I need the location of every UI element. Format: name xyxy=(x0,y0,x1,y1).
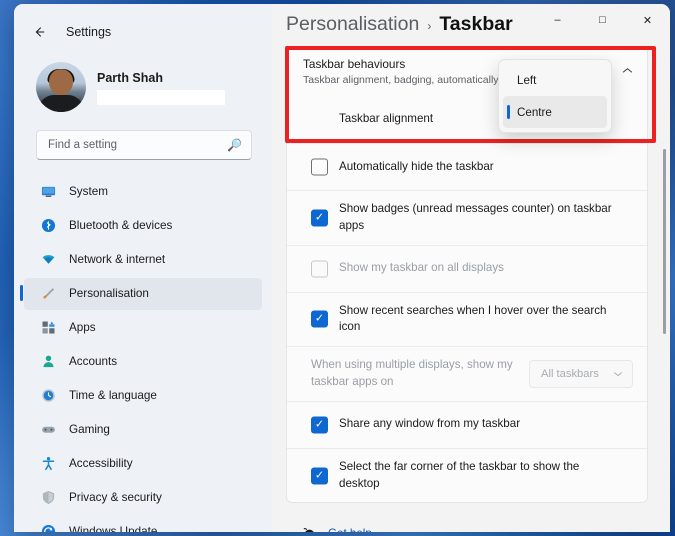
setting-label: Automatically hide the taskbar xyxy=(339,159,494,173)
breadcrumb-parent[interactable]: Personalisation xyxy=(286,13,419,36)
setting-label: Taskbar alignment xyxy=(339,111,434,125)
sidebar-item-label: Apps xyxy=(69,321,96,335)
shield-icon xyxy=(40,490,56,506)
sidebar-item-label: Accessibility xyxy=(69,457,133,471)
expander-rows: Taskbar alignment Centre Automatically hid… xyxy=(287,95,647,502)
setting-row[interactable]: Select the far corner of the taskbar to … xyxy=(287,447,647,503)
sidebar-item-label: Privacy & security xyxy=(69,491,162,505)
gamepad-icon xyxy=(40,422,56,438)
sidebar-item-personalisation[interactable]: Personalisation xyxy=(20,278,262,310)
setting-label: When using multiple displays, show my ta… xyxy=(311,358,513,388)
dropdown-option[interactable]: Left xyxy=(503,64,607,96)
breadcrumb-separator-icon: › xyxy=(427,18,432,33)
account-name: Parth Shah xyxy=(97,71,163,85)
footer-link-label: Get help xyxy=(328,527,372,532)
setting-row[interactable]: Share any window from my taskbar xyxy=(287,400,647,448)
setting-row[interactable]: Show badges (unread messages counter) on… xyxy=(287,190,647,245)
setting-row[interactable]: Show recent searches when I hover over t… xyxy=(287,291,647,347)
setting-row[interactable]: Show my taskbar on all displays xyxy=(287,244,647,292)
apps-icon xyxy=(40,320,56,336)
window-controls: – □ ✕ xyxy=(535,4,670,36)
sidebar-item-network-internet[interactable]: Network & internet xyxy=(24,244,262,276)
avatar xyxy=(36,62,86,112)
paintbrush-icon xyxy=(40,286,56,302)
sidebar-item-label: Network & internet xyxy=(69,253,166,267)
setting-label: Select the far corner of the taskbar to … xyxy=(339,459,580,490)
sidebar-item-label: Time & language xyxy=(69,389,157,403)
sidebar-nav: System Bluetooth & devices Network & inter… xyxy=(14,176,272,532)
setting-label: Show badges (unread messages counter) on… xyxy=(339,202,612,232)
accessibility-icon xyxy=(40,456,56,472)
vertical-scrollbar[interactable] xyxy=(663,149,666,334)
expander-subtitle: Taskbar alignment, badging, automaticall… xyxy=(303,73,525,86)
sidebar-item-system[interactable]: System xyxy=(24,176,262,208)
checkbox[interactable] xyxy=(311,467,328,485)
clock-icon xyxy=(40,388,56,404)
account-block[interactable]: Parth Shah xyxy=(14,48,272,112)
sidebar: Settings Parth Shah 🔍 System Bluetooth & … xyxy=(14,4,272,532)
checkbox[interactable] xyxy=(311,310,328,328)
sidebar-item-bluetooth-devices[interactable]: Bluetooth & devices xyxy=(24,210,262,242)
breadcrumb: Personalisation › Taskbar xyxy=(286,13,513,36)
dropdown-option[interactable]: Centre xyxy=(503,96,607,128)
chevron-down-icon xyxy=(613,369,623,379)
sidebar-item-label: Windows Update xyxy=(69,525,158,532)
sidebar-item-accessibility[interactable]: Accessibility xyxy=(24,448,262,480)
person-icon xyxy=(40,354,56,370)
setting-label: Show recent searches when I hover over t… xyxy=(339,303,607,334)
sidebar-item-privacy-security[interactable]: Privacy & security xyxy=(24,482,262,514)
titlebar: Personalisation › Taskbar – □ ✕ xyxy=(272,4,670,44)
sidebar-header: Settings xyxy=(14,16,272,48)
page-title: Taskbar xyxy=(439,12,513,35)
close-button[interactable]: ✕ xyxy=(625,4,670,36)
chevron-up-icon[interactable] xyxy=(622,66,633,77)
checkbox[interactable] xyxy=(311,416,328,434)
update-icon xyxy=(40,524,56,532)
footer-link[interactable]: ? Get help xyxy=(300,526,648,532)
sidebar-item-accounts[interactable]: Accounts xyxy=(24,346,262,378)
monitor-icon xyxy=(40,184,56,200)
taskbar-alignment-dropdown-menu: Left Centre xyxy=(498,59,612,133)
sidebar-item-time-language[interactable]: Time & language xyxy=(24,380,262,412)
search-input[interactable] xyxy=(48,139,228,151)
maximize-button[interactable]: □ xyxy=(580,4,625,36)
setting-label: Share any window from my taskbar xyxy=(339,417,521,431)
sidebar-item-label: Gaming xyxy=(69,423,110,437)
sidebar-item-label: System xyxy=(69,185,108,199)
sidebar-item-label: Personalisation xyxy=(69,287,149,301)
back-arrow-icon[interactable] xyxy=(26,19,52,45)
search-icon: 🔍 xyxy=(227,138,242,152)
checkbox xyxy=(311,260,328,278)
footer-links: ?Get helpGive feedback xyxy=(286,508,648,532)
setting-label: Show my taskbar on all displays xyxy=(339,261,504,275)
search-box[interactable]: 🔍 xyxy=(36,130,252,160)
minimize-button[interactable]: – xyxy=(535,4,580,36)
account-email-redacted xyxy=(97,90,225,105)
sidebar-item-gaming[interactable]: Gaming xyxy=(24,414,262,446)
checkbox[interactable] xyxy=(311,158,328,176)
sidebar-item-apps[interactable]: Apps xyxy=(24,312,262,344)
dropdown-multiple-displays[interactable]: All taskbars xyxy=(529,359,633,388)
setting-row[interactable]: When using multiple displays, show my ta… xyxy=(287,346,647,401)
wifi-icon xyxy=(40,252,56,268)
checkbox[interactable] xyxy=(311,209,328,227)
sidebar-item-label: Bluetooth & devices xyxy=(69,219,173,233)
sidebar-item-windows-update[interactable]: Windows Update xyxy=(24,516,262,532)
expander-title: Taskbar behaviours xyxy=(303,56,406,71)
sidebar-item-label: Accounts xyxy=(69,355,118,369)
dropdown-value: All taskbars xyxy=(541,367,599,380)
app-name: Settings xyxy=(66,25,112,39)
help-icon: ? xyxy=(300,526,316,532)
bluetooth-icon xyxy=(40,218,56,234)
setting-row[interactable]: Automatically hide the taskbar xyxy=(287,143,647,190)
